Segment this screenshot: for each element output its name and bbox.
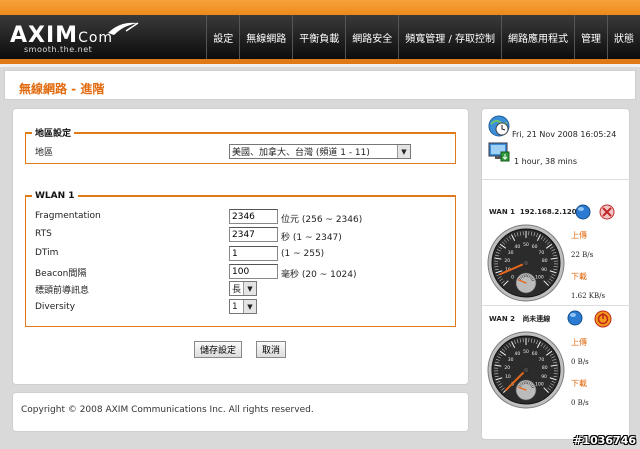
wan2-ip: 尚未連線 (522, 315, 551, 323)
wan2-download-rate: 0 B/s (571, 399, 589, 407)
nav-settings[interactable]: 設定 (206, 15, 239, 59)
wan1-gauge-tick-label: 100 (535, 274, 544, 280)
wan2-gauge-tick-label: 50 (523, 349, 529, 355)
wan2-gauge-tick-label: 10 (505, 374, 511, 380)
dtim-input[interactable] (229, 246, 278, 261)
nav-wireless[interactable]: 無線網路 (239, 15, 292, 59)
top-accent-bar (0, 0, 640, 15)
wan1-download-rate: 1.62 KB/s (571, 292, 606, 300)
fragmentation-input[interactable] (229, 209, 278, 224)
wan2-gauge-tick-label: 80 (542, 365, 548, 371)
wan1-gauge: 0102030405060708090100 (487, 224, 565, 302)
cancel-button[interactable]: 取消 (256, 341, 287, 358)
region-legend: 地區設定 (35, 129, 72, 139)
wan1-ip: 192.168.2.120 (519, 208, 577, 216)
region-select-value: 美國、加拿大、台灣 (頻道 1 - 11) (232, 148, 370, 158)
wan1-gauge-tick-label: 50 (523, 242, 529, 248)
dtim-label: DTim (35, 248, 59, 258)
globe-clock-icon (488, 115, 510, 137)
rts-label: RTS (35, 229, 52, 239)
diversity-label: Diversity (35, 302, 76, 312)
region-label: 地區 (35, 148, 54, 158)
nav-security[interactable]: 網路安全 (345, 15, 398, 59)
wan2-gauge-tick-label: 90 (541, 374, 547, 380)
wan2-connect-icon[interactable] (567, 310, 583, 326)
nav-management[interactable]: 管理 (574, 15, 607, 59)
fragmentation-note: 位元 (256 ~ 2346) (281, 215, 363, 225)
wan1-gauge-tick-label: 0 (511, 274, 514, 280)
status-panel: Fri, 21 Nov 2008 16:05:24 1 hour, 38 min… (481, 108, 631, 440)
preamble-select[interactable]: 長 ▼ (229, 281, 257, 296)
wan1-upload-rate: 22 B/s (571, 251, 594, 259)
diversity-select-value: 1 (232, 301, 238, 312)
nav-status[interactable]: 狀態 (607, 15, 640, 59)
wan2-gauge-tick-label: 70 (539, 357, 545, 363)
wan1-needle-hub (522, 259, 530, 267)
wan2-label: WAN 2 (489, 315, 515, 323)
wan2-gauge-tick-label: 20 (504, 365, 510, 371)
beacon-label: Beacon間隔 (35, 269, 87, 279)
logo[interactable]: AXIMCom smooth.the.net (10, 22, 185, 57)
wlan-legend: WLAN 1 (35, 191, 75, 201)
title-bar: 無線網路 - 進階 (4, 70, 636, 100)
wan2-upload-label: 上傳 (571, 338, 587, 347)
save-button[interactable]: 儲存設定 (194, 341, 243, 358)
wan1-gauge-tick-label: 20 (504, 258, 510, 264)
wan1-gauge-tick-label: 80 (542, 258, 548, 264)
wan1-upload-label: 上傳 (571, 231, 587, 240)
rts-note: 秒 (1 ~ 2347) (281, 233, 342, 243)
wan2-gauge: 010203040 50 60708090100 (487, 331, 565, 409)
nav-applications[interactable]: 網路應用程式 (501, 15, 574, 59)
wan1-gauge-tick-label: 40 (515, 244, 521, 250)
wan2-gauge-tick-label: 30 (508, 357, 514, 363)
region-select[interactable]: 美國、加拿大、台灣 (頻道 1 - 11) ▼ (229, 144, 411, 159)
rts-input[interactable] (229, 227, 278, 242)
wan2-gauge-tick-label: 60 (532, 351, 538, 357)
preamble-select-value: 長 (232, 285, 242, 295)
page-title: 無線網路 - 進階 (19, 82, 105, 96)
main-panel: 地區設定 地區 美國、加拿大、台灣 (頻道 1 - 11) ▼ WLAN 1 F… (12, 108, 469, 385)
watermark: #1036746 (573, 434, 636, 447)
beacon-input[interactable] (229, 264, 278, 279)
wan1-gauge-tick-label: 90 (541, 267, 547, 273)
logo-tagline: smooth.the.net (24, 45, 93, 54)
uptime-text: 1 hour, 38 mins (514, 157, 578, 166)
footer: Copyright © 2008 AXIM Communications Inc… (12, 392, 469, 432)
wan1-label: WAN 1 (489, 208, 515, 216)
datetime-text: Fri, 21 Nov 2008 16:05:24 (512, 130, 617, 139)
copyright-text: Copyright © 2008 AXIM Communications Inc… (21, 405, 314, 415)
diversity-select[interactable]: 1 ▼ (229, 299, 257, 314)
nav-load-balance[interactable]: 平衡負載 (292, 15, 345, 59)
logo-swoosh-icon (108, 22, 139, 35)
wan2-needle-hub (522, 366, 530, 374)
preamble-label: 標頭前導訊息 (35, 286, 90, 296)
wan1-download-label: 下載 (571, 272, 587, 281)
wan1-gauge-tick-label: 30 (508, 250, 514, 256)
nav-bandwidth[interactable]: 頻寬管理 / 存取控制 (398, 15, 501, 59)
fragmentation-label: Fragmentation (35, 211, 101, 221)
main-nav: 設定 無線網路 平衡負載 網路安全 頻寬管理 / 存取控制 網路應用程式 管理 … (206, 15, 640, 59)
chevron-down-icon: ▼ (397, 145, 410, 158)
wan1-disconnect-icon[interactable] (599, 204, 615, 220)
wan1-connect-icon[interactable] (575, 204, 591, 220)
chevron-down-icon: ▼ (243, 282, 256, 295)
beacon-note: 毫秒 (20 ~ 1024) (281, 270, 357, 280)
dtim-note: (1 ~ 255) (281, 249, 325, 259)
wan2-gauge-tick-label: 40 (515, 351, 521, 357)
wan1-gauge-tick-label: 60 (532, 244, 538, 250)
wan2-download-label: 下載 (571, 379, 587, 388)
wan2-power-icon[interactable] (594, 310, 612, 328)
wan2-gauge-tick-label: 100 (535, 381, 544, 387)
chevron-down-icon: ▼ (243, 300, 256, 313)
wan2-upload-rate: 0 B/s (571, 358, 589, 366)
monitor-icon (488, 142, 510, 162)
wan1-gauge-tick-label: 70 (539, 250, 545, 256)
